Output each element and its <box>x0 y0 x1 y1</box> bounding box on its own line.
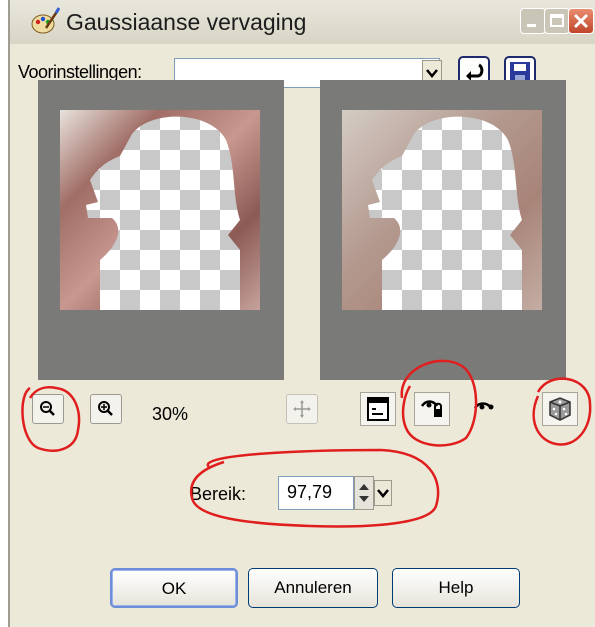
background-strip <box>0 0 8 627</box>
close-icon <box>573 13 589 29</box>
dice-icon <box>549 397 571 421</box>
minimize-button[interactable] <box>520 8 546 34</box>
auto-proof-eye-icon <box>473 402 494 410</box>
proof-eye-lock-icon <box>420 400 442 417</box>
blurred-preview-image <box>342 110 542 310</box>
ok-button[interactable]: OK <box>110 568 238 608</box>
original-preview-image <box>60 110 260 310</box>
gaussian-blur-dialog: Gaussiaanse vervaging Voorinstellingen: <box>10 0 595 627</box>
close-button[interactable] <box>568 8 594 34</box>
title-bar: Gaussiaanse vervaging <box>10 0 595 44</box>
preview-window-icon <box>367 397 389 421</box>
maximize-icon <box>550 14 564 27</box>
cancel-button[interactable]: Annuleren <box>248 568 378 608</box>
proof-button[interactable] <box>414 392 450 426</box>
zoom-in-button[interactable] <box>90 394 122 424</box>
randomize-button[interactable] <box>542 392 578 426</box>
original-preview-pane <box>38 80 284 380</box>
minimize-icon <box>527 24 536 27</box>
zoom-in-icon <box>98 401 113 416</box>
blurred-preview-pane <box>320 80 566 380</box>
help-button[interactable]: Help <box>392 568 520 608</box>
maximize-button[interactable] <box>544 8 570 34</box>
range-dropdown-button[interactable] <box>374 480 392 506</box>
preview-toggle-button[interactable] <box>360 392 396 426</box>
spinner-arrows-icon <box>359 484 369 502</box>
zoom-level-label: 30% <box>152 404 189 424</box>
range-input[interactable]: 97,79 <box>278 476 354 510</box>
auto-proof-button[interactable] <box>468 392 504 426</box>
palette-icon <box>31 7 60 34</box>
window-title: Gaussiaanse vervaging <box>66 9 307 35</box>
range-spinner[interactable] <box>354 476 374 510</box>
range-label: Bereik: <box>190 484 247 504</box>
chevron-down-icon <box>377 489 389 498</box>
zoom-out-icon <box>40 401 55 416</box>
move-cross-icon <box>293 400 311 418</box>
zoom-out-button[interactable] <box>32 394 64 424</box>
pan-button[interactable] <box>286 394 318 424</box>
